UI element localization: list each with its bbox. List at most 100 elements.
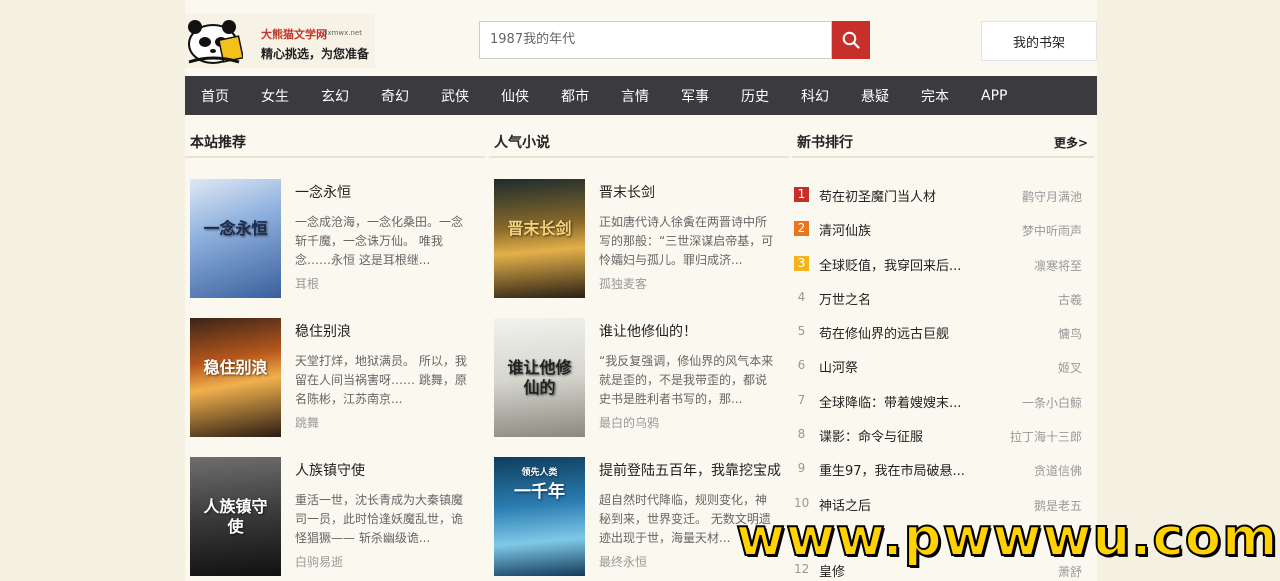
- cover-title: 稳住别浪: [203, 358, 268, 377]
- rank-author[interactable]: 拉丁海十三郎: [1010, 428, 1082, 445]
- book-cover-image[interactable]: 一念永恒: [190, 179, 281, 298]
- nav-item-5[interactable]: 仙侠: [501, 86, 529, 106]
- rank-number: 1: [794, 187, 809, 202]
- recommend-column: 本站推荐 一念永恒 一念永恒 一念成沧海，一念化桑田。一念斩千魔，一念诛万仙。 唯我…: [185, 128, 485, 581]
- book-author[interactable]: 耳根: [295, 275, 319, 292]
- book-description: 正如唐代诗人徐夤在两晋诗中所写的那般：“三世深谋启帝基，可怜孀妇与孤儿。罪归成济…: [599, 215, 774, 267]
- rank-author[interactable]: 梦中听雨声: [1022, 222, 1082, 239]
- nav-item-13[interactable]: APP: [981, 88, 1007, 104]
- book-description: 天堂打烊，地狱满员。 所以，我留在人间当祸害呀…… 跳舞，原名陈彬，江苏南京..…: [295, 354, 467, 406]
- rank-number: 5: [797, 324, 806, 339]
- nav-item-3[interactable]: 奇幻: [381, 86, 409, 106]
- ranking-item[interactable]: 6 山河祭 姬叉: [792, 347, 1094, 381]
- rank-book-title[interactable]: 苟在初圣魔门当人材: [819, 186, 936, 205]
- nav-item-4[interactable]: 武侠: [441, 86, 469, 106]
- nav-item-12[interactable]: 完本: [921, 86, 949, 106]
- rank-author[interactable]: 凛寒将至: [1034, 257, 1082, 274]
- book-author[interactable]: 孤独麦客: [599, 275, 647, 292]
- ranking-item[interactable]: 3 全球贬值，我穿回来后... 凛寒将至: [792, 245, 1094, 279]
- book-author[interactable]: 最终永恒: [599, 553, 647, 570]
- rank-book-title[interactable]: 重生97，我在市局破悬...: [819, 460, 965, 479]
- ranking-item[interactable]: 5 苟在修仙界的远古巨舰 慵鸟: [792, 313, 1094, 347]
- rank-book-title[interactable]: 清河仙族: [819, 220, 871, 239]
- book-author[interactable]: 跳舞: [295, 414, 319, 431]
- cover-title: 晋末长剑: [507, 219, 572, 238]
- rank-number: 7: [797, 392, 806, 407]
- rank-book-title[interactable]: 苟在修仙界的远古巨舰: [819, 323, 949, 342]
- rank-number: 9: [797, 461, 806, 476]
- book-title-link[interactable]: 人族镇守使: [295, 460, 365, 480]
- rank-author[interactable]: 姬叉: [1058, 359, 1082, 376]
- ranking-more-link[interactable]: 更多>: [1054, 128, 1088, 158]
- rank-number: 6: [797, 358, 806, 373]
- rank-number: 3: [794, 255, 809, 271]
- book-card[interactable]: 晋末长剑 晋末长剑 正如唐代诗人徐夤在两晋诗中所写的那般：“三世深谋启帝基，可怜孀妇…: [489, 158, 789, 298]
- ranking-item[interactable]: 9 重生97，我在市局破悬... 贪道信佛: [792, 450, 1094, 484]
- main-nav: 首页 女生 玄幻 奇幻 武侠 仙侠 都市 言情 军事 历史 科幻 悬疑 完本 APP: [185, 76, 1097, 115]
- nav-item-6[interactable]: 都市: [561, 86, 589, 106]
- rank-author[interactable]: 一条小白鲸: [1022, 394, 1082, 411]
- rank-number: 2: [794, 221, 809, 237]
- search-button[interactable]: [832, 21, 870, 59]
- book-author[interactable]: 白驹易逝: [295, 553, 343, 570]
- recommend-list: 一念永恒 一念永恒 一念成沧海，一念化桑田。一念斩千魔，一念诛万仙。 唯我念……永恒…: [185, 158, 485, 576]
- site-logo[interactable]: 大熊猫文学网 dxmwx.net 精心挑选，为您准备: [185, 14, 375, 68]
- rank-book-title[interactable]: 全球降临：带着嫂嫂末...: [819, 392, 961, 411]
- ranking-title: 新书排行 更多>: [792, 128, 1094, 158]
- book-cover-image[interactable]: 领先人类 一千年: [494, 457, 585, 576]
- panda-logo-icon: [188, 20, 243, 64]
- book-description: 一念成沧海，一念化桑田。一念斩千魔，一念诛万仙。 唯我念……永恒 这是耳根继..…: [295, 215, 464, 267]
- page-container: 大熊猫文学网 dxmwx.net 精心挑选，为您准备 1987我的年代 我的书架…: [185, 0, 1097, 581]
- book-title-link[interactable]: 提前登陆五百年，我靠挖宝成: [599, 460, 781, 480]
- nav-item-10[interactable]: 科幻: [801, 86, 829, 106]
- book-cover-image[interactable]: 稳住别浪: [190, 318, 281, 437]
- search-icon: [842, 31, 860, 49]
- book-cover-image[interactable]: 晋末长剑: [494, 179, 585, 298]
- search-input[interactable]: 1987我的年代: [479, 21, 832, 59]
- book-author[interactable]: 最白的乌鸦: [599, 414, 659, 431]
- rank-number: 4: [797, 289, 806, 304]
- book-title-link[interactable]: 一念永恒: [295, 182, 351, 202]
- ranking-title-text: 新书排行: [797, 135, 853, 151]
- ranking-item[interactable]: 7 全球降临：带着嫂嫂末... 一条小白鲸: [792, 382, 1094, 416]
- rank-number: 8: [797, 427, 806, 442]
- rank-book-title[interactable]: 谍影：命令与征服: [819, 426, 923, 445]
- recommend-title: 本站推荐: [185, 128, 485, 158]
- nav-item-2[interactable]: 玄幻: [321, 86, 349, 106]
- book-card[interactable]: 谁让他修仙的 谁让他修仙的！ “我反复强调，修仙界的风气本来就是歪的，不是我带歪的，…: [489, 297, 789, 437]
- rank-author[interactable]: 贪道信佛: [1034, 462, 1082, 479]
- nav-item-9[interactable]: 历史: [741, 86, 769, 106]
- site-domain: dxmwx.net: [323, 29, 362, 37]
- site-slogan: 精心挑选，为您准备: [261, 47, 370, 61]
- book-title-link[interactable]: 稳住别浪: [295, 321, 351, 341]
- rank-book-title[interactable]: 全球贬值，我穿回来后...: [819, 255, 961, 274]
- book-title-link[interactable]: 谁让他修仙的！: [599, 321, 697, 341]
- book-cover-image[interactable]: 人族镇守使: [190, 457, 281, 576]
- rank-author[interactable]: 慵鸟: [1058, 325, 1082, 342]
- book-card[interactable]: 一念永恒 一念永恒 一念成沧海，一念化桑田。一念斩千魔，一念诛万仙。 唯我念……永恒…: [185, 158, 485, 298]
- cover-title: 谁让他修仙的: [507, 358, 572, 397]
- ranking-item[interactable]: 2 清河仙族 梦中听雨声: [792, 210, 1094, 244]
- nav-item-11[interactable]: 悬疑: [861, 86, 889, 106]
- cover-title: 一念永恒: [203, 219, 268, 238]
- nav-item-7[interactable]: 言情: [621, 86, 649, 106]
- cover-title: 一千年: [514, 482, 565, 502]
- bookshelf-button[interactable]: 我的书架: [981, 21, 1097, 61]
- ranking-item[interactable]: 4 万世之名 古羲: [792, 279, 1094, 313]
- rank-author[interactable]: 鹳守月满池: [1022, 188, 1082, 205]
- rank-book-title[interactable]: 万世之名: [819, 289, 871, 308]
- ranking-item[interactable]: 1 苟在初圣魔门当人材 鹳守月满池: [792, 176, 1094, 210]
- nav-item-8[interactable]: 军事: [681, 86, 709, 106]
- ranking-item[interactable]: 8 谍影：命令与征服 拉丁海十三郎: [792, 416, 1094, 450]
- book-card[interactable]: 稳住别浪 稳住别浪 天堂打烊，地狱满员。 所以，我留在人间当祸害呀…… 跳舞，原名陈…: [185, 297, 485, 437]
- book-title-link[interactable]: 晋末长剑: [599, 182, 655, 202]
- book-card[interactable]: 人族镇守使 人族镇守使 重活一世，沈长青成为大秦镇魔司一员，此时恰逢妖魔乱世，诡怪猖…: [185, 436, 485, 576]
- book-description: 重活一世，沈长青成为大秦镇魔司一员，此时恰逢妖魔乱世，诡怪猖獗—— 斩杀幽级诡.…: [295, 493, 464, 545]
- nav-item-0[interactable]: 首页: [201, 86, 229, 106]
- book-description: “我反复强调，修仙界的风气本来就是歪的，不是我带歪的，都说史书是胜利者书写的，那…: [599, 354, 774, 406]
- book-cover-image[interactable]: 谁让他修仙的: [494, 318, 585, 437]
- nav-item-1[interactable]: 女生: [261, 86, 289, 106]
- rank-book-title[interactable]: 山河祭: [819, 357, 858, 376]
- cover-title: 人族镇守使: [203, 497, 268, 536]
- rank-author[interactable]: 古羲: [1058, 291, 1082, 308]
